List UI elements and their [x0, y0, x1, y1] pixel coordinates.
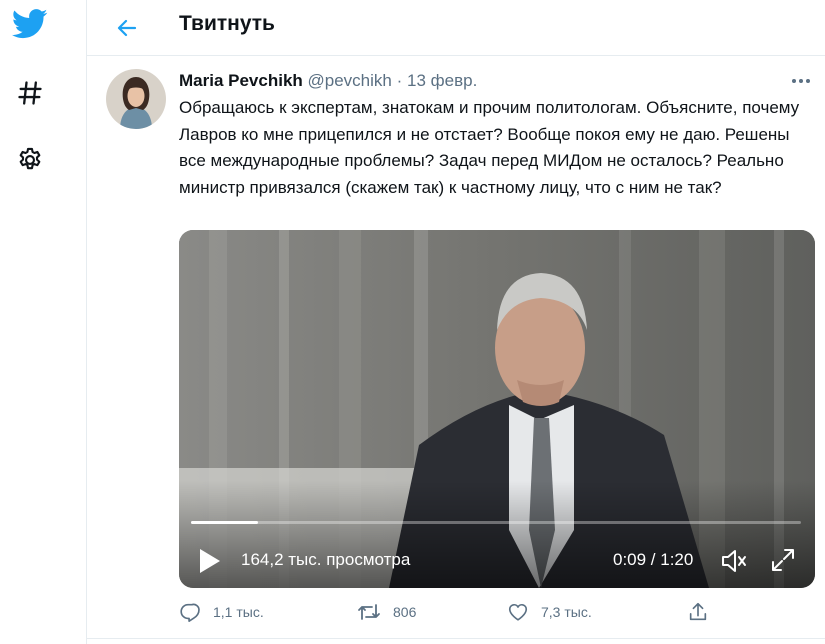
heart-icon	[508, 603, 528, 621]
share-icon	[689, 602, 707, 621]
author-handle[interactable]: @pevchikh	[308, 71, 392, 90]
retweet-button[interactable]: 806	[357, 597, 416, 627]
reply-button[interactable]: 1,1 тыс.	[179, 597, 264, 627]
tweet: Maria Pevchikh @pevchikh · 13 февр. Обра…	[87, 57, 825, 644]
retweet-icon	[358, 604, 380, 620]
share-button[interactable]	[687, 597, 721, 627]
video-progress-bar[interactable]	[191, 521, 801, 524]
reply-count: 1,1 тыс.	[213, 604, 264, 620]
video-progress-fill	[191, 521, 259, 524]
video-time: 0:09 / 1:20	[613, 550, 694, 569]
page-title: Твитнуть	[179, 12, 275, 35]
fullscreen-icon[interactable]	[769, 546, 797, 574]
tweet-actions: 1,1 тыс. 806 7,3 тыс.	[179, 597, 809, 627]
twitter-logo-icon[interactable]	[10, 4, 50, 44]
dot-separator: ·	[396, 71, 403, 90]
like-button[interactable]: 7,3 тыс.	[507, 597, 592, 627]
video-frame	[179, 230, 815, 588]
play-icon[interactable]	[197, 547, 223, 575]
tweet-author-row: Maria Pevchikh @pevchikh · 13 февр.	[179, 71, 477, 91]
volume-muted-icon[interactable]	[719, 546, 749, 576]
tweet-text: Обращаюсь к экспертам, знатокам и прочим…	[179, 98, 800, 197]
video-player[interactable]: 164,2 тыс. просмотра 0:09 / 1:20	[179, 230, 815, 588]
tweet-date[interactable]: 13 февр.	[407, 71, 477, 90]
page-header: Твитнуть	[87, 0, 825, 56]
settings-gear-icon[interactable]	[10, 140, 50, 180]
explore-hashtag-icon[interactable]	[10, 73, 50, 113]
avatar[interactable]	[106, 69, 166, 129]
more-options-icon[interactable]	[789, 71, 813, 91]
tweet-divider	[87, 638, 825, 639]
video-views: 164,2 тыс. просмотра	[241, 550, 411, 569]
reply-icon	[180, 603, 200, 622]
like-count: 7,3 тыс.	[541, 604, 592, 620]
author-name[interactable]: Maria Pevchikh	[179, 71, 303, 90]
retweet-count: 806	[393, 604, 417, 620]
sidebar	[0, 0, 86, 644]
back-arrow-icon[interactable]	[107, 8, 147, 48]
